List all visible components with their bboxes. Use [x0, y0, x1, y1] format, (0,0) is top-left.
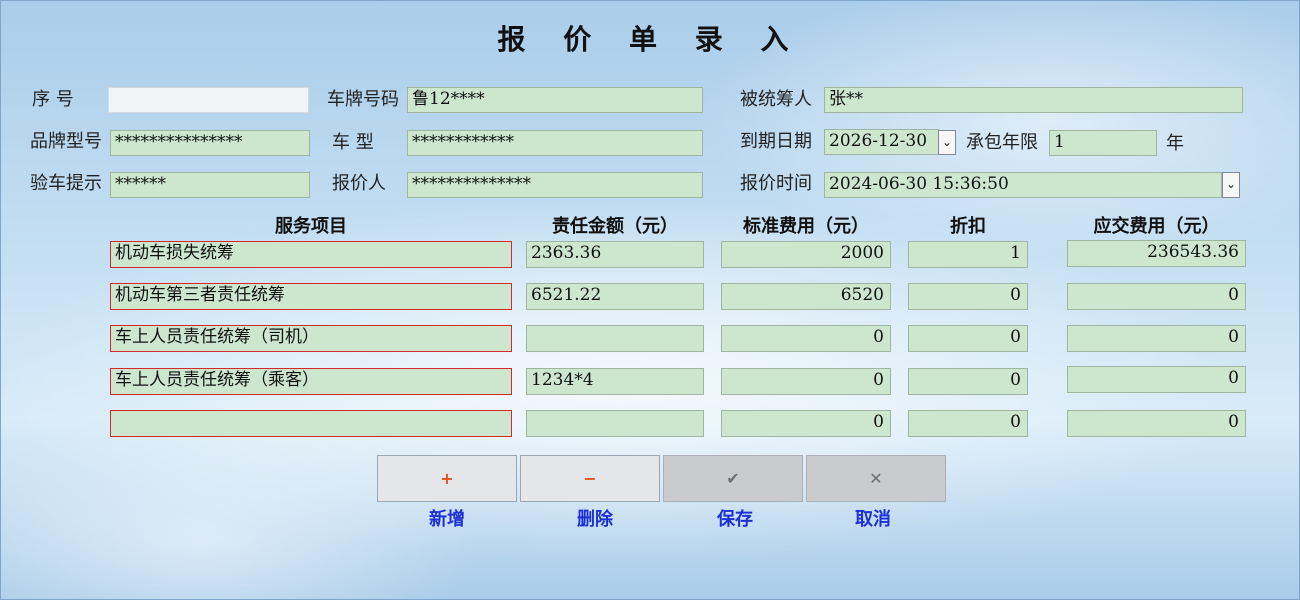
- standard-fee-cell[interactable]: 6520: [721, 283, 891, 310]
- page-title: 报 价 单 录 入: [497, 23, 803, 56]
- check-icon: ✔: [726, 469, 740, 488]
- discount-cell[interactable]: 0: [908, 368, 1028, 395]
- close-icon: ✕: [869, 469, 883, 488]
- liability-amount-cell[interactable]: [526, 410, 704, 437]
- service-item-cell[interactable]: 车上人员责任统筹（司机）: [110, 325, 512, 352]
- plate-field[interactable]: 鲁12****: [407, 87, 703, 113]
- payable-fee-cell[interactable]: 236543.36: [1067, 240, 1246, 267]
- cartype-field[interactable]: ************: [407, 130, 703, 156]
- discount-cell[interactable]: 0: [908, 283, 1028, 310]
- header-payable-fee: 应交费用（元）: [1093, 216, 1220, 237]
- payable-fee-cell[interactable]: 0: [1067, 283, 1246, 310]
- service-item-cell[interactable]: 机动车第三者责任统筹: [110, 283, 512, 310]
- inspect-field[interactable]: ******: [110, 172, 310, 198]
- header-discount: 折扣: [950, 216, 986, 237]
- term-unit-label: 年: [1166, 133, 1184, 154]
- payable-fee-cell[interactable]: 0: [1067, 325, 1246, 352]
- brand-field[interactable]: ***************: [110, 130, 310, 156]
- payable-fee-cell[interactable]: 0: [1067, 366, 1246, 393]
- quote-time-field[interactable]: 2024-06-30 15:36:50: [824, 172, 1222, 198]
- service-item-cell[interactable]: [110, 410, 512, 437]
- plus-icon: +: [440, 469, 454, 488]
- liability-amount-cell[interactable]: 1234*4: [526, 368, 704, 395]
- service-item-cell[interactable]: 机动车损失统筹: [110, 241, 512, 268]
- serial-label: 序 号: [32, 89, 74, 110]
- standard-fee-cell[interactable]: 0: [721, 325, 891, 352]
- add-button[interactable]: +: [377, 455, 517, 502]
- quoter-field[interactable]: **************: [407, 172, 703, 198]
- delete-button-label[interactable]: 删除: [525, 505, 665, 531]
- liability-amount-cell[interactable]: [526, 325, 704, 352]
- expire-date-dropdown-icon[interactable]: ⌄: [938, 130, 956, 155]
- header-standard-fee: 标准费用（元）: [743, 216, 869, 237]
- save-button-label[interactable]: 保存: [665, 505, 805, 531]
- header-liability-amount: 责任金额（元）: [552, 216, 678, 237]
- add-button-label[interactable]: 新增: [377, 505, 517, 531]
- discount-cell[interactable]: 0: [908, 325, 1028, 352]
- term-label: 承包年限: [966, 132, 1038, 153]
- payable-fee-cell[interactable]: 0: [1067, 410, 1246, 437]
- liability-amount-cell[interactable]: 2363.36: [526, 241, 704, 268]
- discount-cell[interactable]: 1: [908, 241, 1028, 268]
- plate-label: 车牌号码: [327, 89, 399, 110]
- cancel-button-label[interactable]: 取消: [803, 505, 943, 531]
- delete-button[interactable]: −: [520, 455, 660, 502]
- header-service-item: 服务项目: [275, 216, 347, 237]
- insured-label: 被统筹人: [740, 89, 812, 110]
- insured-field[interactable]: 张**: [824, 87, 1243, 113]
- serial-field[interactable]: [108, 87, 309, 113]
- liability-amount-cell[interactable]: 6521.22: [526, 283, 704, 310]
- quote-time-label: 报价时间: [740, 173, 812, 194]
- standard-fee-cell[interactable]: 0: [721, 368, 891, 395]
- expire-date-field[interactable]: 2026-12-30: [824, 129, 939, 155]
- cancel-button[interactable]: ✕: [806, 455, 946, 502]
- service-item-cell[interactable]: 车上人员责任统筹（乘客）: [110, 368, 512, 395]
- standard-fee-cell[interactable]: 2000: [721, 241, 891, 268]
- quote-time-dropdown-icon[interactable]: ⌄: [1222, 172, 1240, 198]
- term-field[interactable]: 1: [1049, 130, 1157, 156]
- discount-cell[interactable]: 0: [908, 410, 1028, 437]
- inspect-label: 验车提示: [30, 173, 102, 194]
- minus-icon: −: [583, 469, 597, 488]
- quoter-label: 报价人: [332, 173, 386, 194]
- save-button[interactable]: ✔: [663, 455, 803, 502]
- expire-label: 到期日期: [740, 131, 812, 152]
- brand-label: 品牌型号: [30, 131, 102, 152]
- cartype-label: 车 型: [332, 132, 374, 153]
- standard-fee-cell[interactable]: 0: [721, 410, 891, 437]
